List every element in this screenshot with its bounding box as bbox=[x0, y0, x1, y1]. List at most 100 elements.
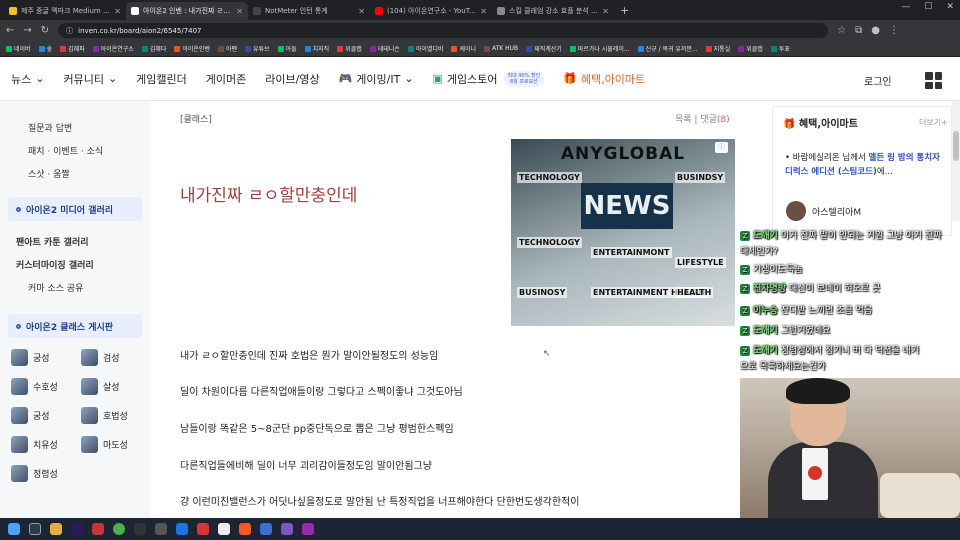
bookmark-item[interactable]: 지통실 bbox=[705, 44, 730, 53]
nav-game-store[interactable]: ▣ 게임스토어 bbox=[433, 71, 498, 87]
class-chiyuseong[interactable]: 치유성 bbox=[11, 436, 58, 453]
bookmark-item[interactable]: 데테니슨 bbox=[369, 44, 400, 53]
nav-live-video[interactable]: 라이브/영상 bbox=[265, 71, 319, 87]
maximize-icon[interactable]: ☐ bbox=[924, 2, 932, 12]
browser-tab-active[interactable]: 아이온2 인벤 : 내가진짜 ㄹㅇ할 ✕ bbox=[126, 2, 248, 20]
reload-icon[interactable]: ↻ bbox=[41, 25, 49, 36]
bookmark-item[interactable]: 아이온인벤 bbox=[174, 44, 210, 53]
bookmark-item[interactable]: 아이엘디비 bbox=[407, 44, 443, 53]
apps-grid-icon[interactable] bbox=[925, 72, 942, 89]
bookmark-item[interactable]: 위클랩 bbox=[337, 44, 362, 53]
comment-link[interactable]: 댓글 bbox=[700, 115, 717, 125]
bookmark-item[interactable]: 네이버 bbox=[6, 44, 31, 53]
sidebar-item-customizing[interactable]: 커스터마이징 갤러리 bbox=[16, 258, 94, 271]
tab-close-icon[interactable]: ✕ bbox=[602, 7, 609, 16]
bookmark-item[interactable]: 아이온연구소 bbox=[92, 44, 134, 53]
browser-tab[interactable]: (104) 아이온연구소 - YouTube ✕ bbox=[370, 2, 492, 20]
bookmark-star-icon[interactable]: ☆ bbox=[837, 25, 846, 36]
class-jeongryeongseong[interactable]: 정령성 bbox=[11, 465, 58, 482]
class-madoseong[interactable]: 마도성 bbox=[81, 436, 128, 453]
sidebar-item-patch[interactable]: 패치 · 이벤트 · 소식 bbox=[28, 144, 103, 157]
notion-icon[interactable] bbox=[218, 523, 230, 535]
bookmark-item[interactable]: 아펜 bbox=[217, 44, 237, 53]
browser-tab[interactable]: 스킬 클래엄 강소 효플 분석 · 사 ✕ bbox=[492, 2, 614, 20]
nav-game-calendar[interactable]: 게임캘린더 bbox=[136, 71, 187, 87]
calculator-icon[interactable] bbox=[155, 523, 167, 535]
menu-icon[interactable]: ⋮ bbox=[889, 25, 899, 36]
ad-banner[interactable]: ANYGLOBAL NEWS TECHNOLOGY BUSINDSY TECHN… bbox=[511, 139, 735, 326]
list-link[interactable]: 목록 bbox=[675, 115, 692, 125]
search-icon[interactable] bbox=[29, 523, 41, 535]
bookmark-item[interactable]: 김혜다 bbox=[141, 44, 166, 53]
bookmark-item[interactable]: 재직계산기 bbox=[526, 44, 562, 53]
app-icon[interactable] bbox=[281, 523, 293, 535]
scrollbar-thumb[interactable] bbox=[953, 131, 959, 161]
class-gungseong-2[interactable]: 궁성 bbox=[11, 407, 50, 424]
nav-community[interactable]: 커뮤니티 ⌄ bbox=[63, 71, 117, 87]
class-icon bbox=[11, 349, 28, 366]
nav-news[interactable]: 뉴스 ⌄ bbox=[11, 71, 44, 87]
bookmark-item[interactable]: 아들 bbox=[277, 44, 297, 53]
bookmark-item[interactable]: 위클랩 bbox=[738, 44, 763, 53]
extensions-icon[interactable]: ⧉ bbox=[855, 25, 862, 36]
imart-notice[interactable]: • 바람에실려온 님께서 엘든 링 밤의 통치자 디럭스 에디션 (스팀코드)에… bbox=[785, 151, 949, 179]
app-icon[interactable] bbox=[260, 523, 272, 535]
more-link[interactable]: 더보기+ bbox=[919, 117, 948, 128]
promo-badge[interactable]: 최대 90% 할인 8월 프로모션 bbox=[503, 70, 545, 87]
class-gungseong[interactable]: 궁성 bbox=[11, 349, 50, 366]
file-explorer-icon[interactable] bbox=[50, 523, 62, 535]
url-field[interactable]: ⓘ inven.co.kr/board/aion2/6545/7407 bbox=[58, 23, 829, 38]
class-label: 정령성 bbox=[33, 470, 58, 480]
close-window-icon[interactable]: ✕ bbox=[946, 2, 954, 12]
sidebar-item-qna[interactable]: 질문과 답변 bbox=[28, 121, 72, 134]
tab-close-icon[interactable]: ✕ bbox=[480, 7, 487, 16]
scrollbar[interactable] bbox=[952, 101, 960, 221]
app-icon[interactable] bbox=[134, 523, 146, 535]
bookmark-item[interactable]: 유튜브 bbox=[245, 44, 270, 53]
minimize-icon[interactable]: — bbox=[901, 2, 910, 12]
site-info-icon[interactable]: ⓘ bbox=[66, 26, 73, 36]
ad-info-icon[interactable]: ⓘ bbox=[715, 142, 728, 153]
bookmark-item[interactable]: ATK HUB bbox=[484, 45, 518, 52]
bookmark-item[interactable]: 신규 / 복귀 유저분... bbox=[637, 44, 698, 53]
class-suhoseong[interactable]: 수호성 bbox=[11, 378, 58, 395]
browser-tab[interactable]: 제주 중글 멕마크 Medium | 마 ✕ bbox=[4, 2, 126, 20]
new-tab-button[interactable]: + bbox=[620, 4, 629, 17]
chrome-icon[interactable] bbox=[113, 523, 125, 535]
app-icon[interactable] bbox=[239, 523, 251, 535]
app-icon[interactable] bbox=[92, 523, 104, 535]
class-board-header[interactable]: 아이온2 클래스 게시판 bbox=[8, 314, 142, 338]
bookmark-item[interactable]: 김혜파 bbox=[60, 44, 85, 53]
premiere-icon[interactable] bbox=[71, 523, 83, 535]
app-icon[interactable] bbox=[176, 523, 188, 535]
sidebar-item-kkama[interactable]: 커마 소스 공유 bbox=[28, 281, 83, 294]
nav-benefit-imart[interactable]: 🎁 혜택,아이마트 bbox=[563, 71, 645, 87]
class-hobeopseong[interactable]: 호법성 bbox=[81, 407, 128, 424]
bookmark-item[interactable]: 마르가나 시뮬레이... bbox=[569, 44, 630, 53]
profile-card[interactable]: 아스텔리아M bbox=[786, 201, 861, 221]
sidebar-item-fanart[interactable]: 팬아트 카툰 갤러리 bbox=[16, 235, 89, 248]
app-icon[interactable] bbox=[197, 523, 209, 535]
back-icon[interactable]: ← bbox=[6, 25, 14, 36]
browser-tab[interactable]: NotMeter 인턴 통계 ✕ bbox=[248, 2, 370, 20]
forward-icon[interactable]: → bbox=[23, 25, 31, 36]
login-button[interactable]: 로그인 bbox=[864, 73, 892, 88]
sidebar-item-screenshots[interactable]: 스샷 · 움짤 bbox=[28, 167, 70, 180]
windows-start-icon[interactable] bbox=[8, 523, 20, 535]
bookmark-item[interactable]: 케이니 bbox=[451, 44, 476, 53]
app-icon[interactable] bbox=[302, 523, 314, 535]
bookmark-item[interactable]: 투표 bbox=[770, 44, 790, 53]
media-gallery-header[interactable]: 아이온2 미디어 갤러리 bbox=[8, 197, 142, 221]
bookmark-item[interactable]: 숲 bbox=[38, 44, 52, 53]
tab-close-icon[interactable]: ✕ bbox=[358, 7, 365, 16]
bookmark-item[interactable]: 치지직 bbox=[304, 44, 329, 53]
profile-icon[interactable]: ● bbox=[871, 25, 880, 36]
class-geomseong[interactable]: 검성 bbox=[81, 349, 120, 366]
tab-close-icon[interactable]: ✕ bbox=[236, 7, 243, 16]
nav-gamer-zone[interactable]: 게이머존 bbox=[206, 71, 246, 87]
class-salseong[interactable]: 살성 bbox=[81, 378, 120, 395]
chat-badge-icon: Z bbox=[740, 326, 750, 336]
tab-favicon-icon bbox=[253, 7, 261, 15]
nav-gaming-it[interactable]: 🎮 게이밍/IT ⌄ bbox=[339, 71, 414, 87]
tab-close-icon[interactable]: ✕ bbox=[114, 7, 121, 16]
